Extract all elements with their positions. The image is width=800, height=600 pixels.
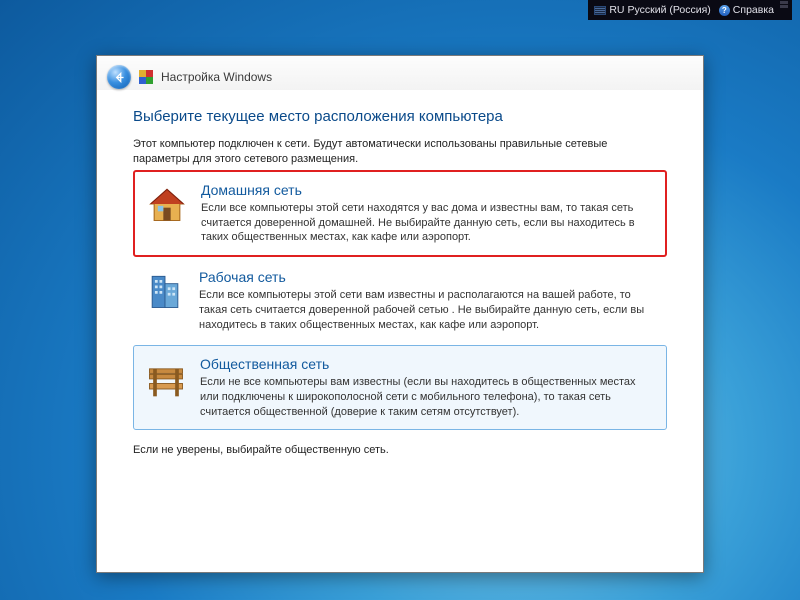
footnote-text: Если не уверены, выбирайте общественную … [133, 444, 667, 456]
house-icon [145, 182, 189, 226]
windows-flag-icon [139, 70, 153, 84]
page-heading: Выберите текущее место расположения комп… [133, 108, 667, 125]
dialog-body: Выберите текущее место расположения комп… [97, 90, 703, 456]
option-work-network[interactable]: Рабочая сеть Если все компьютеры этой се… [133, 259, 667, 343]
network-location-dialog: Настройка Windows Выберите текущее место… [96, 55, 704, 573]
option-desc: Если все компьютеры этой сети находятся … [201, 201, 655, 246]
option-body: Домашняя сеть Если все компьютеры этой с… [201, 182, 655, 246]
bench-icon [144, 356, 188, 400]
dialog-title: Настройка Windows [161, 70, 272, 84]
back-arrow-icon [113, 71, 126, 84]
help-button[interactable]: ? Справка [715, 1, 778, 19]
option-title: Домашняя сеть [201, 182, 655, 198]
dialog-header: Настройка Windows [97, 56, 703, 90]
option-desc: Если не все компьютеры вам известны (есл… [200, 375, 656, 420]
option-title: Общественная сеть [200, 356, 656, 372]
option-title: Рабочая сеть [199, 269, 657, 285]
taskbar-lang-help: RU Русский (Россия) ? Справка [588, 0, 792, 20]
option-body: Рабочая сеть Если все компьютеры этой се… [199, 269, 657, 333]
option-desc: Если все компьютеры этой сети вам извест… [199, 288, 657, 333]
intro-text: Этот компьютер подключен к сети. Будут а… [133, 137, 667, 168]
office-building-icon [143, 269, 187, 313]
options-chevron[interactable] [778, 1, 790, 19]
lang-label: Русский (Россия) [627, 4, 710, 16]
option-body: Общественная сеть Если не все компьютеры… [200, 356, 656, 420]
language-selector[interactable]: RU Русский (Россия) [590, 1, 714, 19]
back-button[interactable] [107, 65, 131, 89]
keyboard-icon [594, 6, 606, 15]
lang-code: RU [609, 4, 624, 16]
help-label: Справка [733, 4, 774, 16]
option-public-network[interactable]: Общественная сеть Если не все компьютеры… [133, 345, 667, 431]
help-icon: ? [719, 5, 730, 16]
option-home-network[interactable]: Домашняя сеть Если все компьютеры этой с… [133, 170, 667, 258]
